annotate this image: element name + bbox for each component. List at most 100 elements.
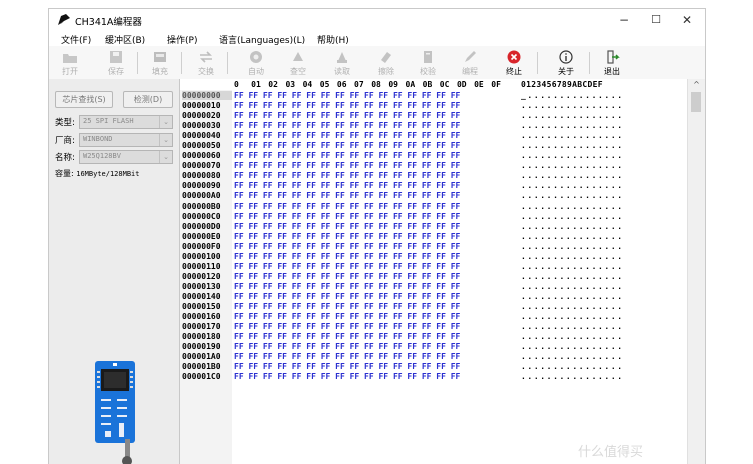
row-ascii[interactable]: ................: [521, 191, 624, 200]
row-ascii[interactable]: ................: [521, 222, 624, 231]
hex-row[interactable]: 00000160 FF FF FF FF FF FF FF FF FF FF FF…: [180, 311, 687, 321]
row-ascii[interactable]: ................: [521, 101, 624, 110]
type-combobox[interactable]: 25 SPI FLASH ⌄: [79, 115, 173, 129]
row-bytes[interactable]: FF FF FF FF FF FF FF FF FF FF FF FF FF F…: [234, 141, 460, 150]
vertical-scrollbar[interactable]: ^: [687, 79, 705, 464]
row-ascii[interactable]: ................: [521, 212, 624, 221]
row-bytes[interactable]: FF FF FF FF FF FF FF FF FF FF FF FF FF F…: [234, 272, 460, 281]
row-bytes[interactable]: FF FF FF FF FF FF FF FF FF FF FF FF FF F…: [234, 232, 460, 241]
row-bytes[interactable]: FF FF FF FF FF FF FF FF FF FF FF FF FF F…: [234, 151, 460, 160]
hex-row[interactable]: 000000A0 FF FF FF FF FF FF FF FF FF FF FF…: [180, 190, 687, 200]
swap-button[interactable]: 交换: [189, 48, 223, 78]
hex-row[interactable]: 00000100 FF FF FF FF FF FF FF FF FF FF FF…: [180, 251, 687, 261]
hex-row[interactable]: 000000C0 FF FF FF FF FF FF FF FF FF FF FF…: [180, 211, 687, 221]
row-bytes[interactable]: FF FF FF FF FF FF FF FF FF FF FF FF FF F…: [234, 131, 460, 140]
row-bytes[interactable]: FF FF FF FF FF FF FF FF FF FF FF FF FF F…: [234, 262, 460, 271]
hex-row[interactable]: 000000E0 FF FF FF FF FF FF FF FF FF FF FF…: [180, 231, 687, 241]
menu-buffer[interactable]: 缓冲区(B): [105, 33, 145, 46]
row-bytes[interactable]: FF FF FF FF FF FF FF FF FF FF FF FF FF F…: [234, 282, 460, 291]
row-bytes[interactable]: FF FF FF FF FF FF FF FF FF FF FF FF FF F…: [234, 332, 460, 341]
chip-check-button[interactable]: 检测(D): [123, 91, 173, 108]
hex-row[interactable]: 00000090 FF FF FF FF FF FF FF FF FF FF FF…: [180, 180, 687, 190]
hex-row[interactable]: 00000000 FF FF FF FF FF FF FF FF FF FF FF…: [180, 90, 687, 100]
row-ascii[interactable]: ................: [521, 312, 624, 321]
row-ascii[interactable]: ................: [521, 282, 624, 291]
row-bytes[interactable]: FF FF FF FF FF FF FF FF FF FF FF FF FF F…: [234, 242, 460, 251]
row-ascii[interactable]: ................: [521, 372, 624, 381]
title-bar[interactable]: CH341A编程器 − ☐ ✕: [49, 9, 705, 31]
row-ascii[interactable]: ................: [521, 342, 624, 351]
row-bytes[interactable]: FF FF FF FF FF FF FF FF FF FF FF FF FF F…: [234, 161, 460, 170]
read-button[interactable]: 读取: [325, 48, 359, 78]
blank-check-button[interactable]: 查空: [281, 48, 315, 78]
row-ascii[interactable]: ................: [521, 332, 624, 341]
open-button[interactable]: 打开: [53, 48, 87, 78]
row-bytes[interactable]: FF FF FF FF FF FF FF FF FF FF FF FF FF F…: [234, 101, 460, 110]
chip-detect-button[interactable]: 芯片查找(S): [55, 91, 113, 108]
menu-file[interactable]: 文件(F): [61, 33, 91, 46]
hex-editor[interactable]: 0 01 02 03 04 05 06 07 08 09 0A 0B 0C 0D 0E 0F 01234567…: [180, 79, 687, 464]
row-bytes[interactable]: FF FF FF FF FF FF FF FF FF FF FF FF FF F…: [234, 302, 460, 311]
row-ascii[interactable]: ................: [521, 232, 624, 241]
hex-row[interactable]: 00000040 FF FF FF FF FF FF FF FF FF FF FF…: [180, 130, 687, 140]
row-ascii[interactable]: ................: [521, 242, 624, 251]
row-bytes[interactable]: FF FF FF FF FF FF FF FF FF FF FF FF FF F…: [234, 222, 460, 231]
row-ascii[interactable]: ................: [521, 322, 624, 331]
row-bytes[interactable]: FF FF FF FF FF FF FF FF FF FF FF FF FF F…: [234, 212, 460, 221]
row-ascii[interactable]: ................: [521, 171, 624, 180]
row-ascii[interactable]: ................: [521, 131, 624, 140]
row-ascii[interactable]: ................: [521, 141, 624, 150]
row-bytes[interactable]: FF FF FF FF FF FF FF FF FF FF FF FF FF F…: [234, 181, 460, 190]
row-ascii[interactable]: ................: [521, 202, 624, 211]
write-button[interactable]: 编程: [453, 48, 487, 78]
hex-row[interactable]: 00000060 FF FF FF FF FF FF FF FF FF FF FF…: [180, 150, 687, 160]
verify-button[interactable]: 校验: [411, 48, 445, 78]
row-bytes[interactable]: FF FF FF FF FF FF FF FF FF FF FF FF FF F…: [234, 312, 460, 321]
hex-row[interactable]: 000000D0 FF FF FF FF FF FF FF FF FF FF FF…: [180, 221, 687, 231]
row-ascii[interactable]: ................: [521, 262, 624, 271]
row-bytes[interactable]: FF FF FF FF FF FF FF FF FF FF FF FF FF F…: [234, 121, 460, 130]
about-button[interactable]: 关于: [549, 48, 583, 78]
row-bytes[interactable]: FF FF FF FF FF FF FF FF FF FF FF FF FF F…: [234, 171, 460, 180]
row-bytes[interactable]: FF FF FF FF FF FF FF FF FF FF FF FF FF F…: [234, 202, 460, 211]
row-ascii[interactable]: ................: [521, 181, 624, 190]
row-bytes[interactable]: FF FF FF FF FF FF FF FF FF FF FF FF FF F…: [234, 91, 460, 100]
hex-row[interactable]: 00000110 FF FF FF FF FF FF FF FF FF FF FF…: [180, 261, 687, 271]
hex-row[interactable]: 00000150 FF FF FF FF FF FF FF FF FF FF FF…: [180, 301, 687, 311]
row-ascii[interactable]: _...............: [521, 91, 624, 100]
hex-row[interactable]: 00000180 FF FF FF FF FF FF FF FF FF FF FF…: [180, 331, 687, 341]
row-bytes[interactable]: FF FF FF FF FF FF FF FF FF FF FF FF FF F…: [234, 362, 460, 371]
row-bytes[interactable]: FF FF FF FF FF FF FF FF FF FF FF FF FF F…: [234, 252, 460, 261]
row-ascii[interactable]: ................: [521, 121, 624, 130]
fill-button[interactable]: 填充: [143, 48, 177, 78]
row-bytes[interactable]: FF FF FF FF FF FF FF FF FF FF FF FF FF F…: [234, 191, 460, 200]
menu-operation[interactable]: 操作(P): [167, 33, 197, 46]
exit-button[interactable]: 退出: [595, 48, 629, 78]
hex-row[interactable]: 000000F0 FF FF FF FF FF FF FF FF FF FF FF…: [180, 241, 687, 251]
auto-button[interactable]: 自动: [239, 48, 273, 78]
hex-row[interactable]: 00000120 FF FF FF FF FF FF FF FF FF FF FF…: [180, 271, 687, 281]
row-ascii[interactable]: ................: [521, 161, 624, 170]
row-ascii[interactable]: ................: [521, 111, 624, 120]
maximize-button[interactable]: ☐: [640, 9, 672, 31]
hex-row[interactable]: 000001B0 FF FF FF FF FF FF FF FF FF FF FF…: [180, 361, 687, 371]
name-combobox[interactable]: W25Q128BV ⌄: [79, 150, 173, 164]
row-bytes[interactable]: FF FF FF FF FF FF FF FF FF FF FF FF FF F…: [234, 111, 460, 120]
close-button[interactable]: ✕: [671, 9, 703, 31]
row-bytes[interactable]: FF FF FF FF FF FF FF FF FF FF FF FF FF F…: [234, 372, 460, 381]
erase-button[interactable]: 擦除: [369, 48, 403, 78]
hex-row[interactable]: 000000B0 FF FF FF FF FF FF FF FF FF FF FF…: [180, 201, 687, 211]
hex-row[interactable]: 00000020 FF FF FF FF FF FF FF FF FF FF FF…: [180, 110, 687, 120]
menu-language[interactable]: 语言(Languages)(L): [219, 33, 305, 46]
stop-button[interactable]: 终止: [497, 48, 531, 78]
row-ascii[interactable]: ................: [521, 252, 624, 261]
scrollbar-thumb[interactable]: [691, 92, 701, 112]
hex-row[interactable]: 00000030 FF FF FF FF FF FF FF FF FF FF FF…: [180, 120, 687, 130]
row-bytes[interactable]: FF FF FF FF FF FF FF FF FF FF FF FF FF F…: [234, 322, 460, 331]
save-button[interactable]: 保存: [99, 48, 133, 78]
hex-row[interactable]: 00000130 FF FF FF FF FF FF FF FF FF FF FF…: [180, 281, 687, 291]
row-bytes[interactable]: FF FF FF FF FF FF FF FF FF FF FF FF FF F…: [234, 352, 460, 361]
hex-row[interactable]: 00000010 FF FF FF FF FF FF FF FF FF FF FF…: [180, 100, 687, 110]
row-ascii[interactable]: ................: [521, 302, 624, 311]
vendor-combobox[interactable]: WINBOND ⌄: [79, 133, 173, 147]
